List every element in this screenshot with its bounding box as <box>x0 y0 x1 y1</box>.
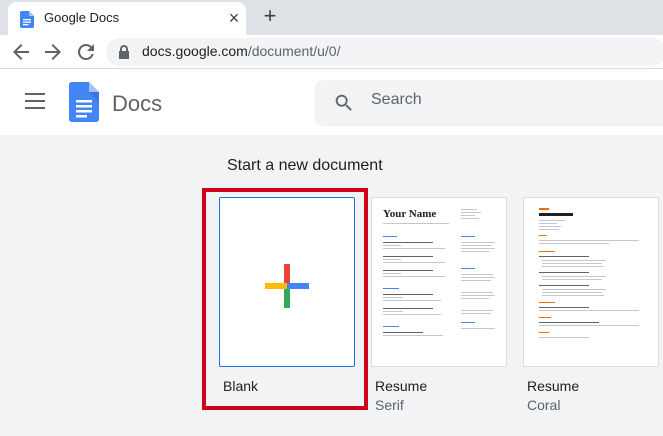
highlight-box <box>202 188 368 410</box>
section-title: Start a new document <box>227 157 383 174</box>
address-bar[interactable]: docs.google.com/document/u/0/ <box>106 38 663 66</box>
url-path: /document/u/0/ <box>247 43 341 59</box>
docs-header: Docs <box>0 69 663 135</box>
browser-toolbar: docs.google.com/document/u/0/ <box>0 35 663 69</box>
app-title: Docs <box>112 91 163 116</box>
url-text: docs.google.com/document/u/0/ <box>142 43 340 59</box>
back-arrow-icon[interactable] <box>9 40 33 64</box>
main-menu-icon[interactable] <box>25 93 45 109</box>
resume-coral-preview <box>524 198 658 366</box>
url-host: docs.google.com <box>142 43 248 59</box>
search-input[interactable] <box>371 91 651 109</box>
tab-close-icon[interactable]: × <box>224 8 244 28</box>
resume-coral-template-tile[interactable] <box>523 197 659 367</box>
lock-icon[interactable] <box>118 45 130 59</box>
template-subtitle-serif: Serif <box>375 397 404 413</box>
docs-favicon-icon <box>20 11 34 28</box>
docs-logo-icon[interactable] <box>69 82 99 122</box>
resume-serif-preview: Your Name <box>372 198 506 366</box>
template-title-resume-serif: Resume <box>375 378 428 394</box>
forward-arrow-icon[interactable] <box>41 40 65 64</box>
reload-icon[interactable] <box>74 40 98 64</box>
browser-tab[interactable]: Google Docs × <box>8 2 246 35</box>
new-tab-icon[interactable]: + <box>258 5 282 29</box>
resume-serif-template-tile[interactable]: Your Name <box>371 197 507 367</box>
search-icon[interactable] <box>333 92 355 114</box>
search-box[interactable] <box>315 80 663 126</box>
preview-heading: Your Name <box>383 208 437 220</box>
tab-title: Google Docs <box>44 10 120 25</box>
template-subtitle-coral: Coral <box>527 397 561 413</box>
template-title-resume-coral: Resume <box>527 378 580 394</box>
browser-tab-bar: Google Docs × + <box>0 0 663 35</box>
